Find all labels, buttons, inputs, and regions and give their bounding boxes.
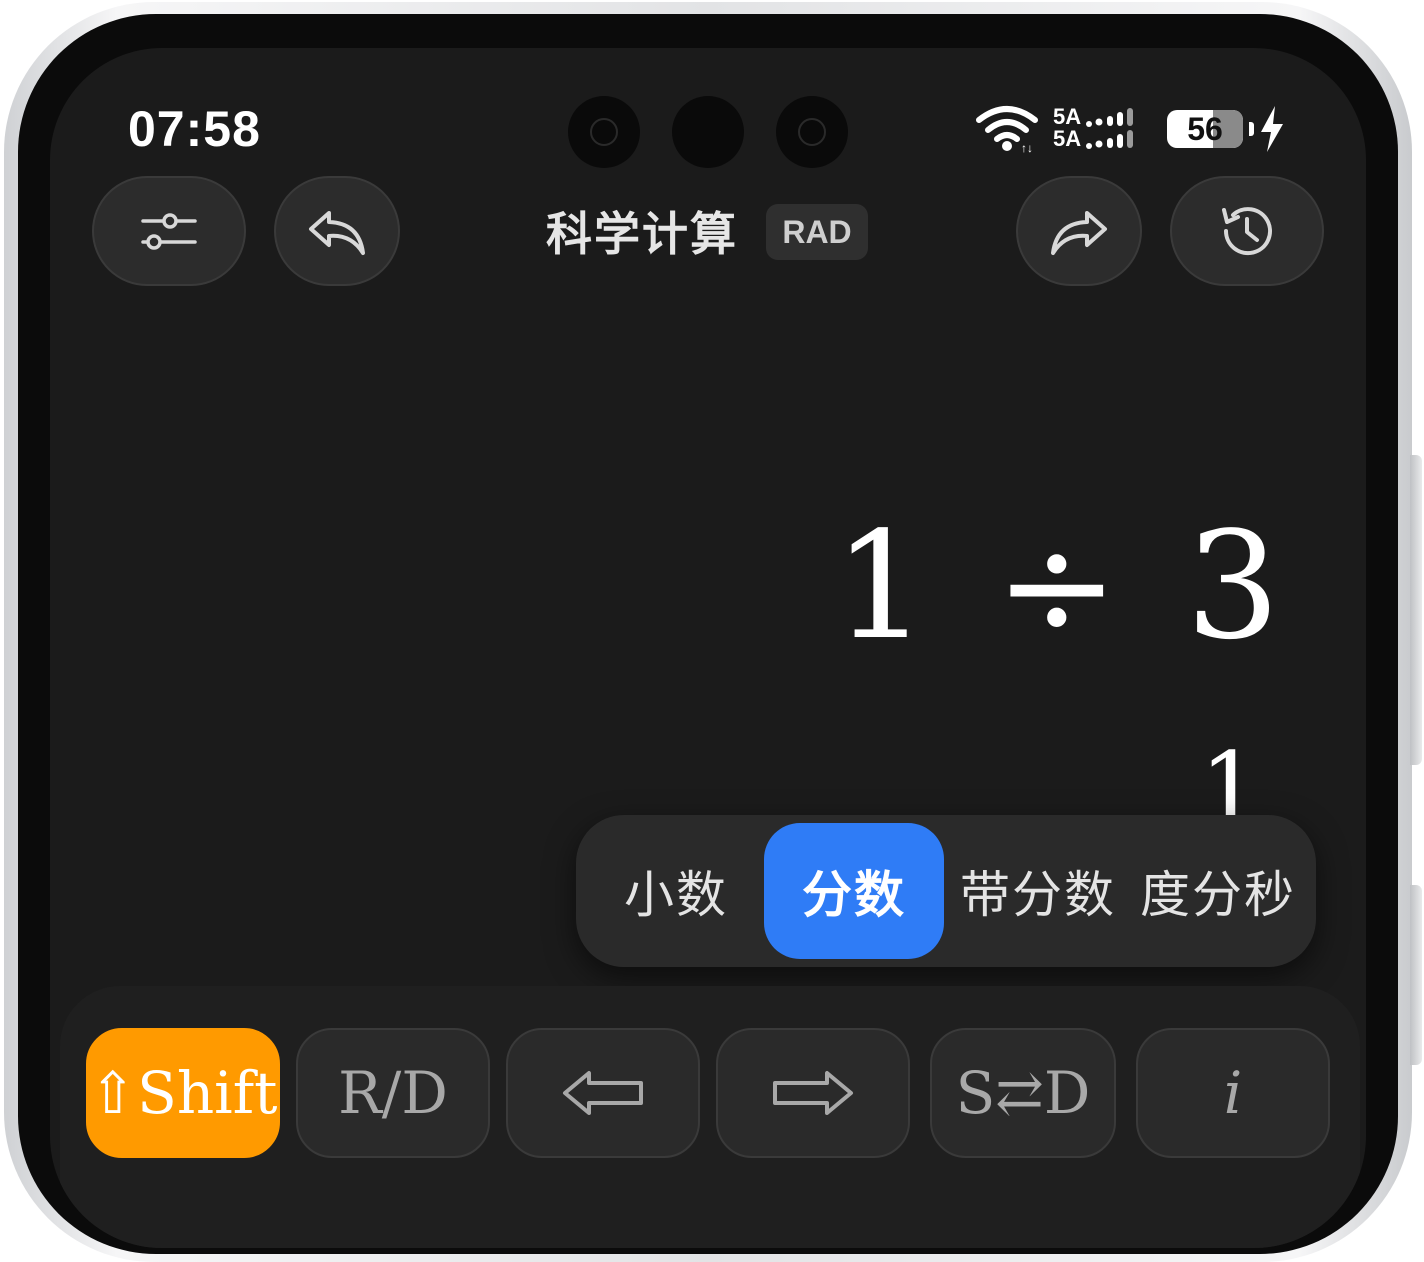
sensor-left [568, 96, 640, 168]
expression-operator: ÷ [994, 500, 1119, 672]
network-label-1: 5A [1053, 104, 1082, 129]
cursor-left-key[interactable] [506, 1028, 700, 1158]
battery-level: 56 [1187, 111, 1223, 147]
expression-operand-right: 3 [1185, 500, 1280, 672]
sliders-icon [141, 213, 197, 250]
signal-icon [1086, 108, 1133, 149]
undo-icon [309, 211, 365, 255]
sensor-right [776, 96, 848, 168]
redo-icon [1051, 211, 1107, 255]
result-format-popup: 小数 分数 带分数 度分秒 [576, 815, 1316, 967]
imaginary-key[interactable]: i [1136, 1028, 1330, 1158]
redo-button[interactable] [1016, 176, 1142, 286]
network-label-2: 5A [1053, 126, 1082, 151]
angle-mode-badge[interactable]: RAD [766, 204, 868, 260]
expression-display: 1 ÷ 3 [834, 506, 1280, 666]
format-option-fraction[interactable]: 分数 [764, 823, 944, 959]
expression-operand-left: 1 [833, 500, 928, 672]
format-option-mixed-fraction[interactable]: 带分数 [948, 815, 1128, 967]
volume-button [1410, 455, 1422, 765]
history-button[interactable] [1170, 176, 1324, 286]
arrow-right-icon [773, 1071, 853, 1115]
format-option-dms[interactable]: 度分秒 [1128, 815, 1308, 967]
history-icon [1222, 207, 1272, 256]
undo-button[interactable] [274, 176, 400, 286]
front-camera [672, 96, 744, 168]
keypad: ⇧Shift R/D S⇄D i [60, 986, 1360, 1248]
status-time: 07:58 [128, 101, 261, 157]
screen: 07:58 ↑↓ 5A 5A 56 科学计算 RAD 1 ÷ 3 1 小数 分数… [50, 48, 1366, 1248]
power-button [1410, 885, 1422, 1065]
shift-key[interactable]: ⇧Shift [86, 1028, 280, 1158]
battery-tip [1249, 122, 1254, 136]
settings-button[interactable] [92, 176, 246, 286]
rd-key[interactable]: R/D [296, 1028, 490, 1158]
svg-text:↑↓: ↑↓ [1021, 141, 1033, 154]
cursor-right-key[interactable] [716, 1028, 910, 1158]
arrow-left-icon [563, 1071, 643, 1115]
battery-indicator: 56 [1167, 110, 1243, 148]
page-title: 科学计算 [546, 207, 738, 261]
wifi-icon: ↑↓ [976, 106, 1038, 154]
charging-icon [1261, 106, 1283, 152]
format-option-decimal[interactable]: 小数 [586, 815, 766, 967]
sd-toggle-key[interactable]: S⇄D [930, 1028, 1116, 1158]
